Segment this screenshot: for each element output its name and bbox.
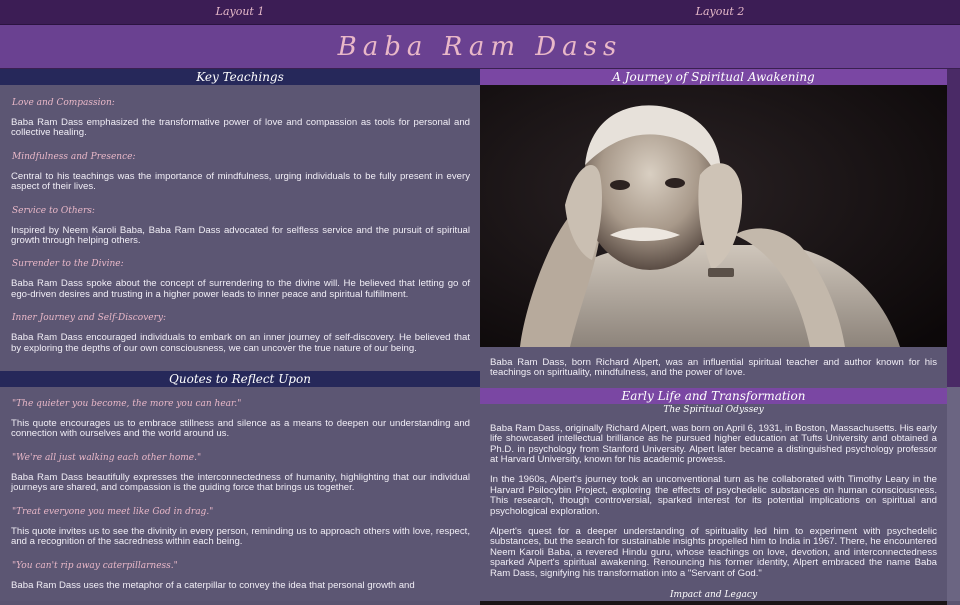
- site-title: Baba Ram Dass: [337, 31, 623, 62]
- portrait-image: [480, 85, 947, 347]
- teaching-title: Surrender to the Divine:: [12, 259, 124, 270]
- quote-explanation: Baba Ram Dass uses the metaphor of a cat…: [11, 579, 415, 591]
- teaching-text: Baba Ram Dass encouraged individuals to …: [11, 332, 470, 354]
- quote-text: "Treat everyone you meet like God in dra…: [12, 506, 214, 517]
- quote-explanation: This quote encourages us to embrace stil…: [11, 418, 470, 440]
- teaching-text: Inspired by Neem Karoli Baba, Baba Ram D…: [11, 224, 470, 247]
- site-header: Baba Ram Dass: [0, 25, 960, 69]
- teaching-title: Mindfulness and Presence:: [12, 151, 136, 162]
- early-life-paragraph: Alpert's quest for a deeper understandin…: [490, 526, 937, 579]
- nav-layout-2-link[interactable]: Layout 2: [480, 0, 960, 24]
- portrait-photo: [480, 85, 947, 347]
- teaching-text: Baba Ram Dass spoke about the concept of…: [11, 278, 470, 300]
- impact-legacy-heading: Impact and Legacy: [669, 590, 758, 601]
- teaching-title: Love and Compassion:: [12, 98, 115, 108]
- page-scrollbar[interactable]: [947, 69, 960, 601]
- key-teachings-heading: Key Teachings: [0, 69, 480, 85]
- early-life-paragraph: Baba Ram Dass, originally Richard Alpert…: [490, 422, 937, 466]
- impact-image-top: [480, 601, 947, 605]
- teaching-title: Inner Journey and Self-Discovery:: [12, 313, 167, 324]
- teaching-title: Service to Others:: [12, 205, 95, 216]
- main-content: Key Teachings Love and Compassion: Baba …: [0, 69, 960, 605]
- quote-text: "The quieter you become, the more you ca…: [12, 399, 242, 410]
- spiritual-odyssey-subheading: The Spiritual Odyssey: [663, 404, 764, 415]
- quote-text: "You can't rip away caterpillarness.": [12, 560, 178, 571]
- quote-explanation: This quote invites us to see the divinit…: [11, 525, 470, 548]
- quote-text: "We're all just walking each other home.…: [12, 452, 202, 463]
- journey-heading: A Journey of Spiritual Awakening: [480, 69, 947, 85]
- quotes-heading: Quotes to Reflect Upon: [0, 371, 480, 388]
- nav-layout-1-link[interactable]: Layout 1: [0, 0, 480, 24]
- journey-intro: Baba Ram Dass, born Richard Alpert, was …: [490, 357, 937, 379]
- early-life-heading: Early Life and Transformation: [480, 387, 947, 404]
- right-column: A Journey of Spiritual Awakening Baba Ra…: [480, 69, 947, 605]
- top-navigation: Layout 1 Layout 2: [0, 0, 960, 25]
- left-column: Key Teachings Love and Compassion: Baba …: [0, 69, 480, 601]
- early-life-paragraph: In the 1960s, Alpert's journey took an u…: [490, 474, 937, 517]
- teaching-text: Central to his teachings was the importa…: [11, 170, 470, 193]
- teaching-text: Baba Ram Dass emphasized the transformat…: [11, 117, 470, 139]
- quote-explanation: Baba Ram Dass beautifully expresses the …: [11, 471, 470, 494]
